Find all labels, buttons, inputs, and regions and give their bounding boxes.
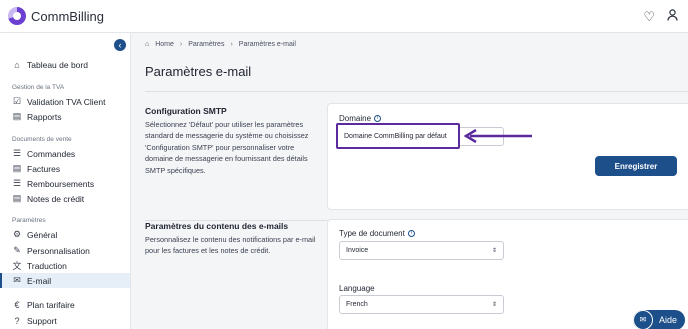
checklist-icon: ☑ (12, 96, 22, 106)
sidebar-item-personalisation[interactable]: ✎ Personnalisation (0, 243, 130, 258)
breadcrumb-separator-icon: › (179, 41, 183, 48)
help-icon: ? (14, 315, 20, 326)
sidebar-section-documents: Documents de vente (12, 136, 72, 143)
document-type-label: Type de document i (339, 229, 415, 238)
dashboard-icon: ⌂ (14, 59, 20, 70)
list-icon: ☰ (12, 178, 22, 188)
account-icon[interactable] (667, 9, 678, 24)
sidebar-section-tva: Gestion de la TVA (12, 84, 65, 91)
app-logo[interactable]: CommBilling (8, 7, 104, 25)
document-icon: ▤ (12, 193, 22, 203)
sidebar-item-pricing-plan[interactable]: € Plan tarifaire (0, 297, 130, 312)
translate-icon: 文 (12, 261, 22, 271)
collapse-sidebar-button[interactable]: ‹ (114, 39, 126, 51)
document-icon: ▤ (12, 163, 22, 173)
breadcrumb-parametres[interactable]: Paramètres (188, 41, 224, 48)
sidebar-item-general[interactable]: ⚙ Général (0, 227, 130, 242)
sidebar-item-credit-notes[interactable]: ▤ Notes de crédit (0, 191, 130, 206)
language-label: Language (339, 284, 375, 293)
top-bar: CommBilling ♡ (0, 0, 688, 33)
home-icon: ⌂ (145, 41, 150, 48)
chevron-updown-icon: ⇕ (491, 248, 497, 254)
domain-select[interactable]: Domaine CommBilling par défaut (336, 123, 460, 149)
email-icon: ✉ (13, 275, 21, 285)
help-button[interactable]: ✉ Aide (633, 310, 685, 329)
divider (145, 91, 688, 92)
breadcrumb: ⌂ Home › Paramètres › Paramètres e-mail (145, 41, 296, 48)
brush-icon: ✎ (13, 245, 21, 255)
main-content: ⌂ Home › Paramètres › Paramètres e-mail … (131, 33, 688, 329)
sidebar-item-reports[interactable]: ▤ Rapports (0, 109, 130, 124)
sidebar-section-settings: Paramètres (12, 217, 46, 224)
sidebar-item-dashboard[interactable]: ⌂ Tableau de bord (0, 57, 130, 72)
app-name: CommBilling (31, 8, 104, 24)
sidebar-item-orders[interactable]: ☰ Commandes (0, 146, 130, 161)
sidebar-item-translation[interactable]: 文 Traduction (0, 258, 130, 273)
help-label: Aide (658, 315, 677, 325)
list-icon: ☰ (12, 148, 22, 158)
sidebar-item-email[interactable]: ✉ E-mail (0, 273, 130, 288)
breadcrumb-separator-icon: › (230, 41, 233, 48)
sidebar: ‹ ⌂ Tableau de bord Gestion de la TVA ☑ Va… (0, 33, 131, 329)
sidebar-item-tva-validation[interactable]: ☑ Validation TVA Client (0, 94, 130, 109)
sidebar-item-refunds[interactable]: ☰ Remboursements (0, 176, 130, 191)
smtp-card: Domaine i Domaine CommBilling par défaut… (327, 103, 688, 210)
heart-icon[interactable]: ♡ (643, 9, 655, 24)
content-section-title: Paramètres du contenu des e-mails (145, 221, 289, 231)
content-section-description: Personnalisez le contenu des notificatio… (145, 235, 316, 256)
save-button[interactable]: Enregistrer (595, 156, 677, 176)
info-icon[interactable]: i (374, 115, 382, 122)
chevron-updown-icon: ⇕ (491, 302, 497, 308)
euro-icon: € (14, 299, 20, 310)
page-title: Paramètres e-mail (145, 64, 252, 79)
info-icon[interactable]: i (407, 230, 415, 237)
breadcrumb-home[interactable]: Home (155, 41, 174, 48)
chat-icon: ✉ (633, 310, 653, 329)
document-type-select[interactable]: Invoice ⇕ (339, 241, 504, 260)
smtp-section-description: Sélectionnez 'Défaut' pour utiliser les … (145, 120, 309, 175)
annotation-arrow-icon (463, 129, 532, 143)
content-card: Type de document i Invoice ⇕ Language Fr… (327, 219, 688, 329)
gear-icon: ⚙ (12, 229, 22, 239)
sidebar-item-invoices[interactable]: ▤ Factures (0, 161, 130, 176)
logo-icon (8, 7, 26, 25)
sidebar-item-support[interactable]: ? Support (0, 313, 130, 328)
language-select[interactable]: French ⇕ (339, 295, 504, 314)
breadcrumb-current: Paramètres e-mail (238, 41, 296, 48)
document-icon: ▤ (12, 111, 22, 121)
smtp-section-title: Configuration SMTP (145, 106, 227, 116)
domain-label: Domaine i (339, 114, 382, 123)
